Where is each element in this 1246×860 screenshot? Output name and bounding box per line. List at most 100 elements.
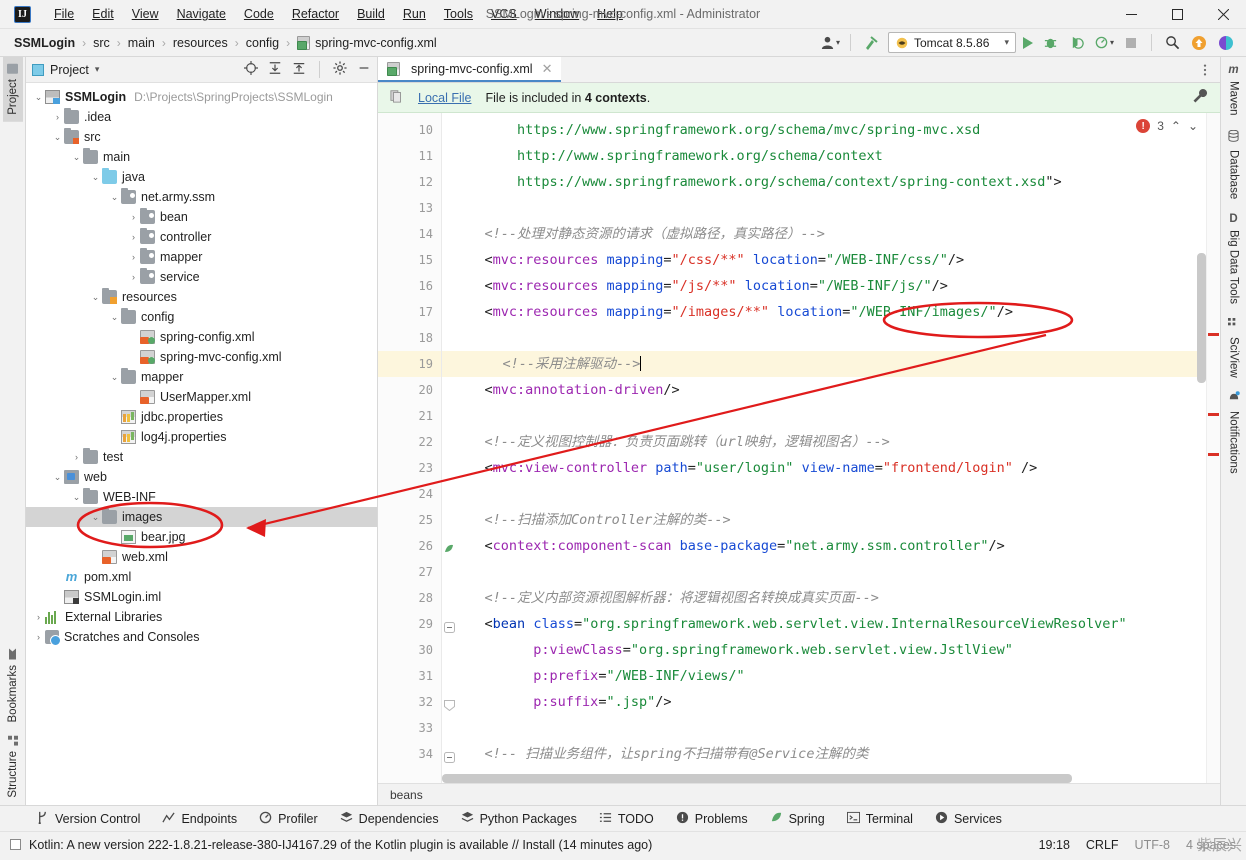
gutter-line[interactable]: 15 <box>378 247 441 273</box>
minimize-button[interactable] <box>1108 0 1154 29</box>
menu-item-run[interactable]: Run <box>394 4 435 24</box>
breadcrumb-config[interactable]: config <box>246 36 279 50</box>
search-icon[interactable] <box>1162 33 1182 53</box>
code-line[interactable]: <mvc:resources mapping="/css/**" locatio… <box>442 247 1220 273</box>
tree-node[interactable]: ⌄ resources <box>26 287 377 307</box>
gutter-line[interactable]: 21 <box>378 403 441 429</box>
bottom-tab-profiler[interactable]: Profiler <box>259 811 318 827</box>
gutter-line[interactable]: 26 <box>378 533 453 559</box>
debug-icon[interactable] <box>1040 33 1060 53</box>
breadcrumb-resources[interactable]: resources <box>173 36 228 50</box>
code-line[interactable]: <!--扫描添加Controller注解的类--> <box>442 507 1220 533</box>
tree-node[interactable]: SSMLogin.iml <box>26 587 377 607</box>
tree-node[interactable]: › test <box>26 447 377 467</box>
gutter-line[interactable]: 14 <box>378 221 441 247</box>
code-line[interactable] <box>442 325 1220 351</box>
tree-expand-arrow[interactable]: ⌄ <box>89 292 102 303</box>
tree-expand-arrow[interactable]: ⌄ <box>51 132 64 143</box>
code-line[interactable]: <!--定义内部资源视图解析器：将逻辑视图名转换成真实页面--> <box>442 585 1220 611</box>
bottom-tool-window-bar[interactable]: Version Control Endpoints Profiler Dependen… <box>0 805 1246 831</box>
gutter-line[interactable]: 13 <box>378 195 441 221</box>
gutter-line[interactable]: 17 <box>378 299 441 325</box>
tree-expand-arrow[interactable]: ⌄ <box>32 92 45 103</box>
code-editor[interactable]: 10 11 12 13 14 15 16 17 18 19 20 21 22 23 24 25 26 27 28 29… <box>378 113 1220 783</box>
file-encoding[interactable]: UTF-8 <box>1135 838 1170 852</box>
bottom-tab-terminal[interactable]: Terminal <box>846 811 913 827</box>
tree-node[interactable]: jdbc.properties <box>26 407 377 427</box>
local-file-link[interactable]: Local File <box>418 91 472 105</box>
code-line[interactable] <box>442 559 1220 585</box>
tool-window-tab-sciview[interactable]: SciView <box>1224 311 1244 385</box>
tree-expand-arrow[interactable]: ⌄ <box>108 372 121 383</box>
scroll-from-source-icon[interactable] <box>244 61 258 78</box>
tree-expand-arrow[interactable]: › <box>127 232 140 242</box>
gutter-line[interactable]: 12 <box>378 169 441 195</box>
next-problem-icon[interactable]: ⌄ <box>1188 119 1198 133</box>
error-stripe-mark[interactable] <box>1208 453 1219 456</box>
gutter-line[interactable]: 28 <box>378 585 441 611</box>
tool-window-tab-project[interactable]: Project <box>2 57 23 122</box>
bottom-tab-dependencies[interactable]: Dependencies <box>340 811 439 827</box>
code-line[interactable] <box>442 715 1220 741</box>
code-line[interactable]: <context:component-scan base-package="ne… <box>442 533 1220 559</box>
tree-node[interactable]: › service <box>26 267 377 287</box>
profile-icon[interactable]: ▾ <box>1094 33 1114 53</box>
code-line[interactable]: <mvc:resources mapping="/js/**" location… <box>442 273 1220 299</box>
tool-window-tab-notifications[interactable]: Notifications <box>1224 384 1244 481</box>
error-stripe-mark[interactable] <box>1208 333 1219 336</box>
build-hammer-icon[interactable] <box>861 33 881 53</box>
code-line[interactable]: <bean class="org.springframework.web.ser… <box>442 611 1220 637</box>
code-line[interactable] <box>442 481 1220 507</box>
code-line[interactable]: https://www.springframework.org/schema/c… <box>442 169 1220 195</box>
code-line[interactable]: <!-- 扫描业务组件，让spring不扫描带有@Service注解的类 <box>442 741 1220 767</box>
close-button[interactable] <box>1200 0 1246 29</box>
breadcrumb-file[interactable]: spring-mvc-config.xml <box>315 36 437 50</box>
error-stripe[interactable] <box>1206 113 1220 783</box>
tree-node[interactable]: ⌄ SSMLogin D:\Projects\SpringProjects\SSML… <box>26 87 377 107</box>
breadcrumb-main[interactable]: main <box>128 36 155 50</box>
chevron-down-icon[interactable]: ▾ <box>95 64 100 75</box>
code-line[interactable] <box>442 195 1220 221</box>
gutter-line[interactable]: 11 <box>378 143 441 169</box>
code-line[interactable]: p:suffix=".jsp"/> <box>442 689 1220 715</box>
gutter-line[interactable]: 33 <box>378 715 441 741</box>
tree-node[interactable]: › Scratches and Consoles <box>26 627 377 647</box>
gutter-line[interactable]: 10 <box>378 117 441 143</box>
bottom-tab-problems[interactable]: Problems <box>676 811 748 827</box>
tool-window-tab-maven[interactable]: m Maven <box>1224 57 1244 123</box>
gutter-line[interactable]: 18 <box>378 325 441 351</box>
code-line[interactable]: <mvc:annotation-driven/> <box>442 377 1220 403</box>
editor-tab-spring-mvc-config[interactable]: spring-mvc-config.xml ✕ <box>378 57 562 82</box>
tree-node[interactable]: spring-config.xml <box>26 327 377 347</box>
inspection-widget[interactable]: ! 3 ⌃ ⌄ <box>1132 117 1202 135</box>
code-line[interactable]: <!--定义视图控制器：负责页面跳转（url映射，逻辑视图名）--> <box>442 429 1220 455</box>
wrench-icon[interactable] <box>1192 88 1208 107</box>
tree-node[interactable]: › .idea <box>26 107 377 127</box>
line-separator[interactable]: CRLF <box>1086 838 1119 852</box>
menu-item-edit[interactable]: Edit <box>83 4 123 24</box>
gutter-line[interactable]: 25 <box>378 507 441 533</box>
tree-expand-arrow[interactable]: ⌄ <box>108 312 121 323</box>
tree-expand-arrow[interactable]: ⌄ <box>70 152 83 163</box>
tree-expand-arrow[interactable]: › <box>127 252 140 262</box>
tree-node[interactable]: web.xml <box>26 547 377 567</box>
code-line[interactable] <box>442 403 1220 429</box>
vertical-scrollbar[interactable] <box>1197 253 1206 383</box>
tree-node[interactable]: bear.jpg <box>26 527 377 547</box>
tree-node[interactable]: log4j.properties <box>26 427 377 447</box>
tree-node[interactable]: › bean <box>26 207 377 227</box>
status-message[interactable]: Kotlin: A new version 222-1.8.21-release… <box>29 838 652 852</box>
caret-position[interactable]: 19:18 <box>1039 838 1070 852</box>
update-icon[interactable] <box>1189 33 1209 53</box>
close-icon[interactable]: ✕ <box>542 61 553 77</box>
tree-node[interactable]: ⌄ net.army.ssm <box>26 187 377 207</box>
gutter-line[interactable]: 20 <box>378 377 441 403</box>
tree-expand-arrow[interactable]: ⌄ <box>108 192 121 203</box>
status-widget-icon[interactable] <box>10 839 21 850</box>
gutter-line[interactable]: 19 <box>378 351 441 377</box>
run-with-coverage-icon[interactable] <box>1067 33 1087 53</box>
tree-expand-arrow[interactable]: › <box>127 212 140 222</box>
tree-node[interactable]: m pom.xml <box>26 567 377 587</box>
code-line[interactable]: p:prefix="/WEB-INF/views/" <box>442 663 1220 689</box>
menu-bar[interactable]: File Edit View Navigate Code Refactor Bu… <box>45 4 632 24</box>
